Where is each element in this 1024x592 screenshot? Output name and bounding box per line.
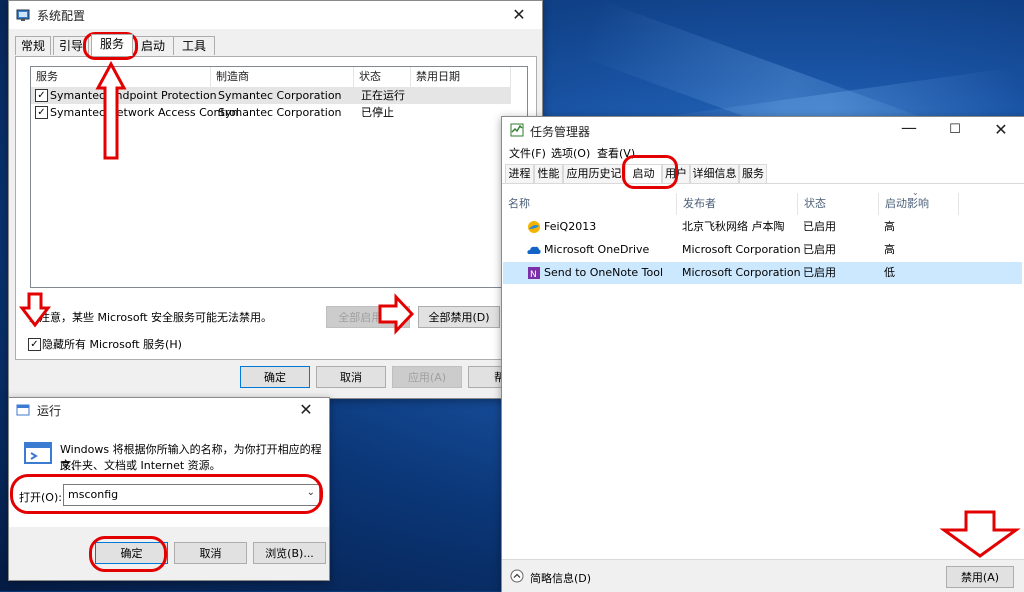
tab-divider (502, 183, 1024, 184)
tab-performance[interactable]: 性能 (534, 164, 563, 184)
task-manager-icon (510, 123, 524, 137)
status-footer: 简略信息(D) 禁用(A) (502, 559, 1024, 592)
menu-view[interactable]: 查看(V) (597, 145, 635, 161)
arrow-up-annotation (95, 60, 127, 160)
minimize-button[interactable]: — (886, 117, 932, 143)
ok-button[interactable]: 确定 (240, 366, 310, 388)
col-status[interactable]: 状态 (354, 67, 411, 87)
security-note: 请注意，某些 Microsoft 安全服务可能无法禁用。 (28, 311, 273, 324)
system-configuration-window: 系统配置 ✕ 常规 引导 服务 启动 工具 服务 制造商 状态 禁用日期 ✓ S… (8, 0, 543, 399)
tab-startup[interactable]: 启动 (132, 36, 174, 55)
msconfig-icon (16, 9, 30, 21)
startup-publisher: Microsoft Corporation (682, 243, 801, 256)
close-button[interactable]: ✕ (496, 1, 542, 29)
tab-services[interactable]: 服务 (739, 164, 767, 184)
tab-startup[interactable]: 启动 (625, 164, 662, 184)
hide-ms-services-checkbox[interactable]: ✓ (28, 338, 41, 351)
tab-users[interactable]: 用户 (662, 164, 690, 184)
svg-text:N: N (530, 270, 537, 280)
tab-tools[interactable]: 工具 (173, 36, 215, 55)
startup-publisher: 北京飞秋网络 卢本陶 (682, 220, 785, 233)
arrow-down-large-annotation (939, 510, 1021, 558)
window-title: 运行 (37, 404, 62, 418)
feiq-icon (528, 221, 540, 233)
service-vendor: Symantec Corporation (218, 89, 342, 102)
startup-name: Send to OneNote Tool (544, 266, 664, 279)
tab-services[interactable]: 服务 (91, 34, 133, 56)
browse-button[interactable]: 浏览(B)... (253, 542, 326, 564)
open-input[interactable]: msconfig (68, 488, 118, 501)
tab-processes[interactable]: 进程 (505, 164, 534, 184)
menu-file[interactable]: 文件(F) (509, 145, 546, 161)
service-status: 已停止 (361, 106, 394, 119)
startup-impact: 低 (884, 266, 895, 279)
tab-app-history[interactable]: 应用历史记录 (563, 164, 625, 184)
title-bar: 系统配置 ✕ (9, 1, 542, 29)
fewer-details-link[interactable]: 简略信息(D) (530, 570, 591, 586)
arrow-down-annotation (18, 292, 52, 328)
run-dialog: 运行 ✕ Windows 将根据你所输入的名称，为你打开相应的程序、 文件夹、文… (8, 397, 330, 581)
startup-row[interactable]: Microsoft OneDrive Microsoft Corporation… (503, 239, 1022, 261)
onenote-icon: N (528, 267, 540, 280)
service-checkbox[interactable]: ✓ (35, 89, 48, 102)
startup-impact: 高 (884, 243, 895, 256)
run-description-line2: 文件夹、文档或 Internet 资源。 (60, 459, 221, 472)
run-cancel-button[interactable]: 取消 (174, 542, 247, 564)
col-status[interactable]: 状态 (798, 193, 879, 215)
maximize-button[interactable]: ☐ (932, 117, 978, 143)
service-vendor: Symantec Corporation (218, 106, 342, 119)
startup-row-selected[interactable]: N Send to OneNote Tool Microsoft Corpora… (503, 262, 1022, 284)
run-app-icon (24, 442, 52, 464)
close-button[interactable]: ✕ (283, 398, 329, 422)
onedrive-icon (527, 246, 541, 254)
close-button[interactable]: ✕ (978, 117, 1024, 143)
tab-details[interactable]: 详细信息 (690, 164, 739, 184)
col-disable-date[interactable]: 禁用日期 (411, 67, 511, 87)
run-body: Windows 将根据你所输入的名称，为你打开相应的程序、 文件夹、文档或 In… (9, 422, 329, 527)
cancel-button[interactable]: 取消 (316, 366, 386, 388)
menu-options[interactable]: 选项(O) (551, 145, 590, 161)
col-startup-impact[interactable]: 启动影响 (879, 193, 959, 215)
title-bar: 任务管理器 — ☐ ✕ (502, 117, 1024, 143)
startup-row[interactable]: FeiQ2013 北京飞秋网络 卢本陶 已启用 高 (503, 216, 1022, 238)
sort-chevron-icon[interactable]: ⌄ (912, 188, 919, 197)
arrow-right-annotation (378, 293, 415, 335)
col-publisher[interactable]: 发布者 (677, 193, 798, 215)
tab-boot[interactable]: 引导 (53, 36, 89, 55)
startup-status: 已启用 (803, 220, 836, 233)
col-name[interactable]: 名称 (502, 193, 677, 215)
startup-status: 已启用 (803, 243, 836, 256)
apply-button[interactable]: 应用(A) (392, 366, 462, 388)
open-combobox[interactable]: msconfig ⌄ (63, 484, 320, 506)
window-title: 任务管理器 (530, 125, 591, 139)
service-checkbox[interactable]: ✓ (35, 106, 48, 119)
col-vendor[interactable]: 制造商 (211, 67, 354, 87)
open-label: 打开(O): (19, 491, 62, 504)
run-ok-button[interactable]: 确定 (95, 542, 168, 564)
service-status: 正在运行 (361, 89, 405, 102)
disable-button[interactable]: 禁用(A) (946, 566, 1014, 588)
tab-general[interactable]: 常规 (15, 36, 51, 55)
title-bar: 运行 ✕ (9, 398, 329, 422)
disable-all-button[interactable]: 全部禁用(D) (418, 306, 500, 328)
service-name: Symantec Network Access Control (50, 106, 239, 119)
chevron-up-circle-icon[interactable] (510, 569, 524, 583)
window-title: 系统配置 (37, 9, 86, 23)
startup-status: 已启用 (803, 266, 836, 279)
services-panel: 服务 制造商 状态 禁用日期 ✓ Symantec Endpoint Prote… (15, 56, 537, 360)
startup-publisher: Microsoft Corporation (682, 266, 801, 279)
hide-ms-services-label: 隐藏所有 Microsoft 服务(H) (42, 338, 182, 351)
startup-name: FeiQ2013 (544, 220, 597, 233)
run-icon (16, 404, 30, 416)
startup-name: Microsoft OneDrive (544, 243, 650, 256)
chevron-down-icon[interactable]: ⌄ (307, 487, 315, 498)
startup-impact: 高 (884, 220, 895, 233)
service-name: Symantec Endpoint Protection (50, 89, 217, 102)
